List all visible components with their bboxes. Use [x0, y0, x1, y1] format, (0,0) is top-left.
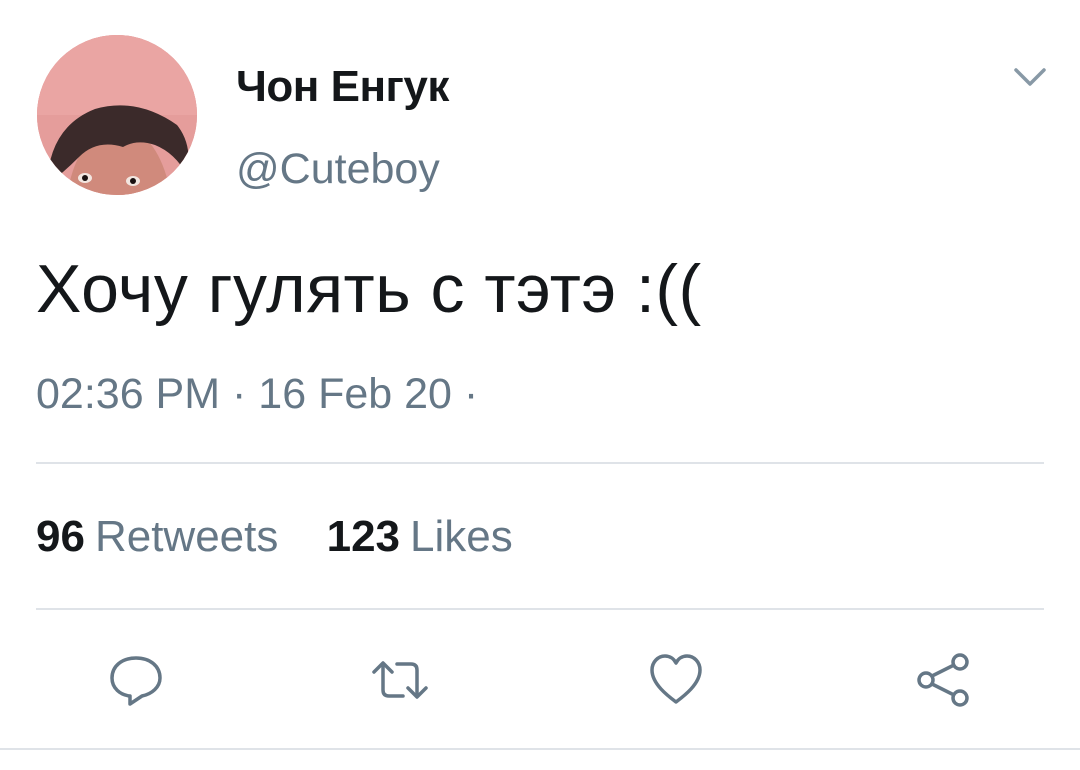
tweet-text: Хочу гулять с тэтэ :((: [36, 251, 702, 327]
avatar[interactable]: [37, 35, 197, 195]
divider: [36, 462, 1044, 464]
user-handle[interactable]: @Cuteboy: [236, 145, 440, 194]
retweets-label: Retweets: [94, 512, 279, 561]
tweet-time: 02:36 PM: [36, 370, 221, 418]
divider: [36, 608, 1044, 610]
likes-count: 123: [326, 512, 401, 561]
chevron-down-icon[interactable]: [1010, 62, 1050, 92]
share-icon: [917, 653, 969, 707]
tweet-date: 16 Feb 20: [258, 370, 452, 418]
share-button[interactable]: [914, 650, 974, 710]
reply-icon: [110, 656, 162, 706]
divider: [0, 748, 1080, 750]
avatar-image: [37, 35, 197, 195]
heart-icon: [650, 654, 702, 704]
reply-button[interactable]: [106, 650, 166, 710]
retweet-icon: [372, 661, 428, 699]
meta-separator: ·: [232, 370, 247, 418]
retweets-stat[interactable]: 96 Retweets: [36, 512, 278, 561]
likes-label: Likes: [410, 512, 513, 561]
likes-stat[interactable]: 123 Likes: [327, 512, 513, 561]
display-name[interactable]: Чон Енгук: [236, 62, 449, 112]
retweet-button[interactable]: [370, 650, 430, 710]
tweet-timestamp: 02:36 PM · 16 Feb 20 ·: [36, 370, 478, 419]
retweets-count: 96: [36, 512, 85, 561]
tweet-stats: 96 Retweets 123 Likes: [36, 512, 549, 562]
like-button[interactable]: [646, 650, 706, 710]
meta-separator: ·: [463, 370, 479, 418]
